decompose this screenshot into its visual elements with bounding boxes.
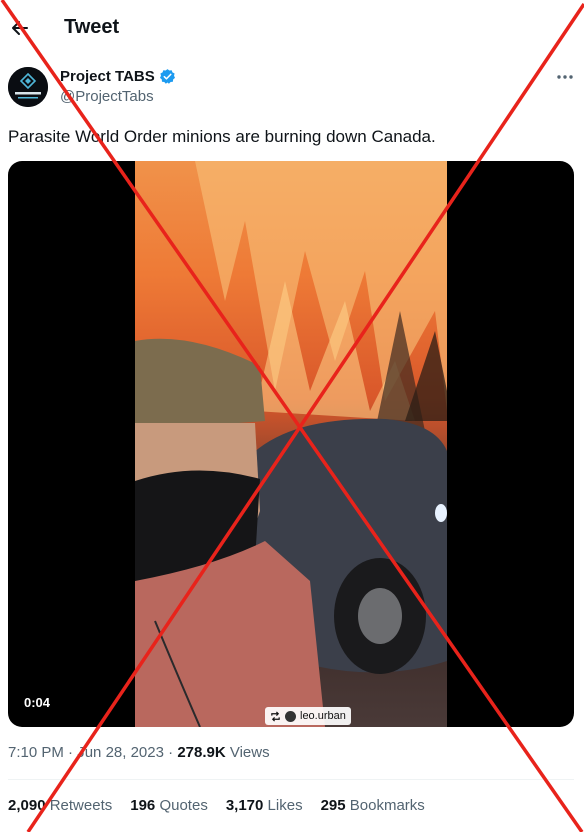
back-arrow-icon: [12, 21, 28, 35]
likes-stat[interactable]: 3,170 Likes: [226, 797, 303, 814]
page-title: Tweet: [64, 16, 120, 38]
author-handle[interactable]: @ProjectTabs: [60, 88, 154, 105]
meta-separator: ·: [68, 744, 78, 761]
back-button[interactable]: [4, 12, 36, 44]
avatar-logo-icon: [8, 67, 48, 107]
retweets-stat[interactable]: 2,090 Retweets: [8, 797, 112, 814]
tweet-date[interactable]: Jun 28, 2023: [77, 744, 164, 761]
more-dots-icon: [557, 75, 573, 79]
tweet-meta: 7:10 PM · Jun 28, 2023 · 278.9K Views: [8, 744, 270, 761]
author-name-text: Project TABS: [60, 68, 155, 85]
views-label: Views: [229, 744, 270, 761]
video-watermark: leo.urban: [265, 707, 351, 725]
top-bar: Tweet: [0, 0, 584, 58]
bookmarks-stat[interactable]: 295 Bookmarks: [321, 797, 425, 814]
repost-icon: [271, 710, 280, 722]
more-options-button[interactable]: [552, 66, 578, 88]
views-count: 278.9K: [177, 744, 226, 761]
video-scene-image: [135, 161, 447, 727]
tweet-text: Parasite World Order minions are burning…: [8, 127, 436, 146]
video-timestamp: 0:04: [18, 693, 57, 712]
bookmarks-label: Bookmarks: [349, 797, 425, 814]
tweet-time[interactable]: 7:10 PM: [8, 744, 64, 761]
video-player[interactable]: leo.urban 0:04: [8, 161, 574, 727]
quotes-label: Quotes: [159, 797, 208, 814]
watermark-avatar-icon: [285, 710, 296, 722]
meta-separator: ·: [168, 744, 178, 761]
retweets-label: Retweets: [49, 797, 113, 814]
verified-badge-icon: [159, 69, 175, 84]
video-frame: leo.urban: [135, 161, 447, 727]
engagement-stats: 2,090 Retweets 196 Quotes 3,170 Likes 29…: [8, 797, 425, 814]
author-name[interactable]: Project TABS: [60, 68, 176, 85]
avatar[interactable]: [8, 67, 48, 107]
likes-count: 3,170: [225, 797, 264, 814]
quotes-count: 196: [130, 797, 156, 814]
quotes-stat[interactable]: 196 Quotes: [130, 797, 208, 814]
divider: [8, 779, 574, 780]
retweets-count: 2,090: [8, 797, 46, 814]
likes-label: Likes: [267, 797, 303, 814]
watermark-username: leo.urban: [300, 710, 346, 722]
bookmarks-count: 295: [320, 797, 346, 814]
